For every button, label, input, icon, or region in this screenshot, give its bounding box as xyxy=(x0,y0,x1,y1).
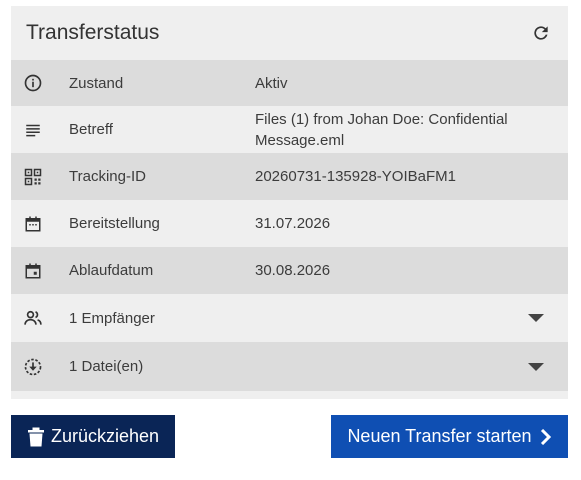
files-label: 1 Datei(en) xyxy=(69,358,144,375)
calendar-event-icon xyxy=(23,261,43,281)
refresh-button[interactable] xyxy=(528,20,554,46)
expiry-label: Ablaufdatum xyxy=(69,262,154,279)
recipients-expand-icon[interactable] xyxy=(528,314,544,322)
withdraw-button[interactable]: Zurückziehen xyxy=(11,415,175,458)
expiry-value: 30.08.2026 xyxy=(255,262,331,279)
row-recipients[interactable]: 1 Empfänger xyxy=(11,294,568,342)
panel-header: Transferstatus xyxy=(11,6,568,60)
refresh-icon xyxy=(534,26,548,40)
transfer-status-panel: Transferstatus Zustand Aktiv Betreff Fil… xyxy=(11,6,568,399)
row-files[interactable]: 1 Datei(en) xyxy=(11,342,568,391)
calendar-icon xyxy=(23,214,43,234)
tracking-value: 20260731-135928-YOIBaFM1 xyxy=(255,168,456,185)
row-expiry: Ablaufdatum 30.08.2026 xyxy=(11,247,568,294)
recipients-label: 1 Empfänger xyxy=(69,309,155,327)
provided-value: 31.07.2026 xyxy=(255,215,331,232)
provided-label: Bereitstellung xyxy=(69,215,160,232)
withdraw-label: Zurückziehen xyxy=(50,426,160,446)
tracking-label: Tracking-ID xyxy=(69,168,146,185)
download-circle-icon xyxy=(23,357,43,377)
row-provided: Bereitstellung 31.07.2026 xyxy=(11,200,568,247)
files-expand-icon[interactable] xyxy=(528,362,544,371)
status-label: Zustand xyxy=(69,74,124,92)
subject-label: Betreff xyxy=(69,121,113,138)
row-status: Zustand Aktiv xyxy=(11,60,568,106)
new-transfer-button[interactable]: Neuen Transfer starten xyxy=(331,415,568,458)
row-subject: Betreff Files (1) from Johan Doe: Confid… xyxy=(11,106,568,153)
lines-icon xyxy=(23,120,43,140)
new-transfer-label: Neuen Transfer starten xyxy=(347,426,532,446)
qr-code-icon xyxy=(23,167,43,187)
trash-icon xyxy=(27,427,44,446)
subject-value: Files (1) from Johan Doe: Confidential M… xyxy=(255,110,508,149)
info-icon xyxy=(23,73,43,93)
status-value: Aktiv xyxy=(255,74,288,92)
panel-title: Transferstatus xyxy=(26,21,160,44)
chevron-right-icon xyxy=(540,428,551,445)
row-tracking: Tracking-ID 20260731-135928-YOIBaFM1 xyxy=(11,153,568,200)
people-icon xyxy=(23,308,43,328)
